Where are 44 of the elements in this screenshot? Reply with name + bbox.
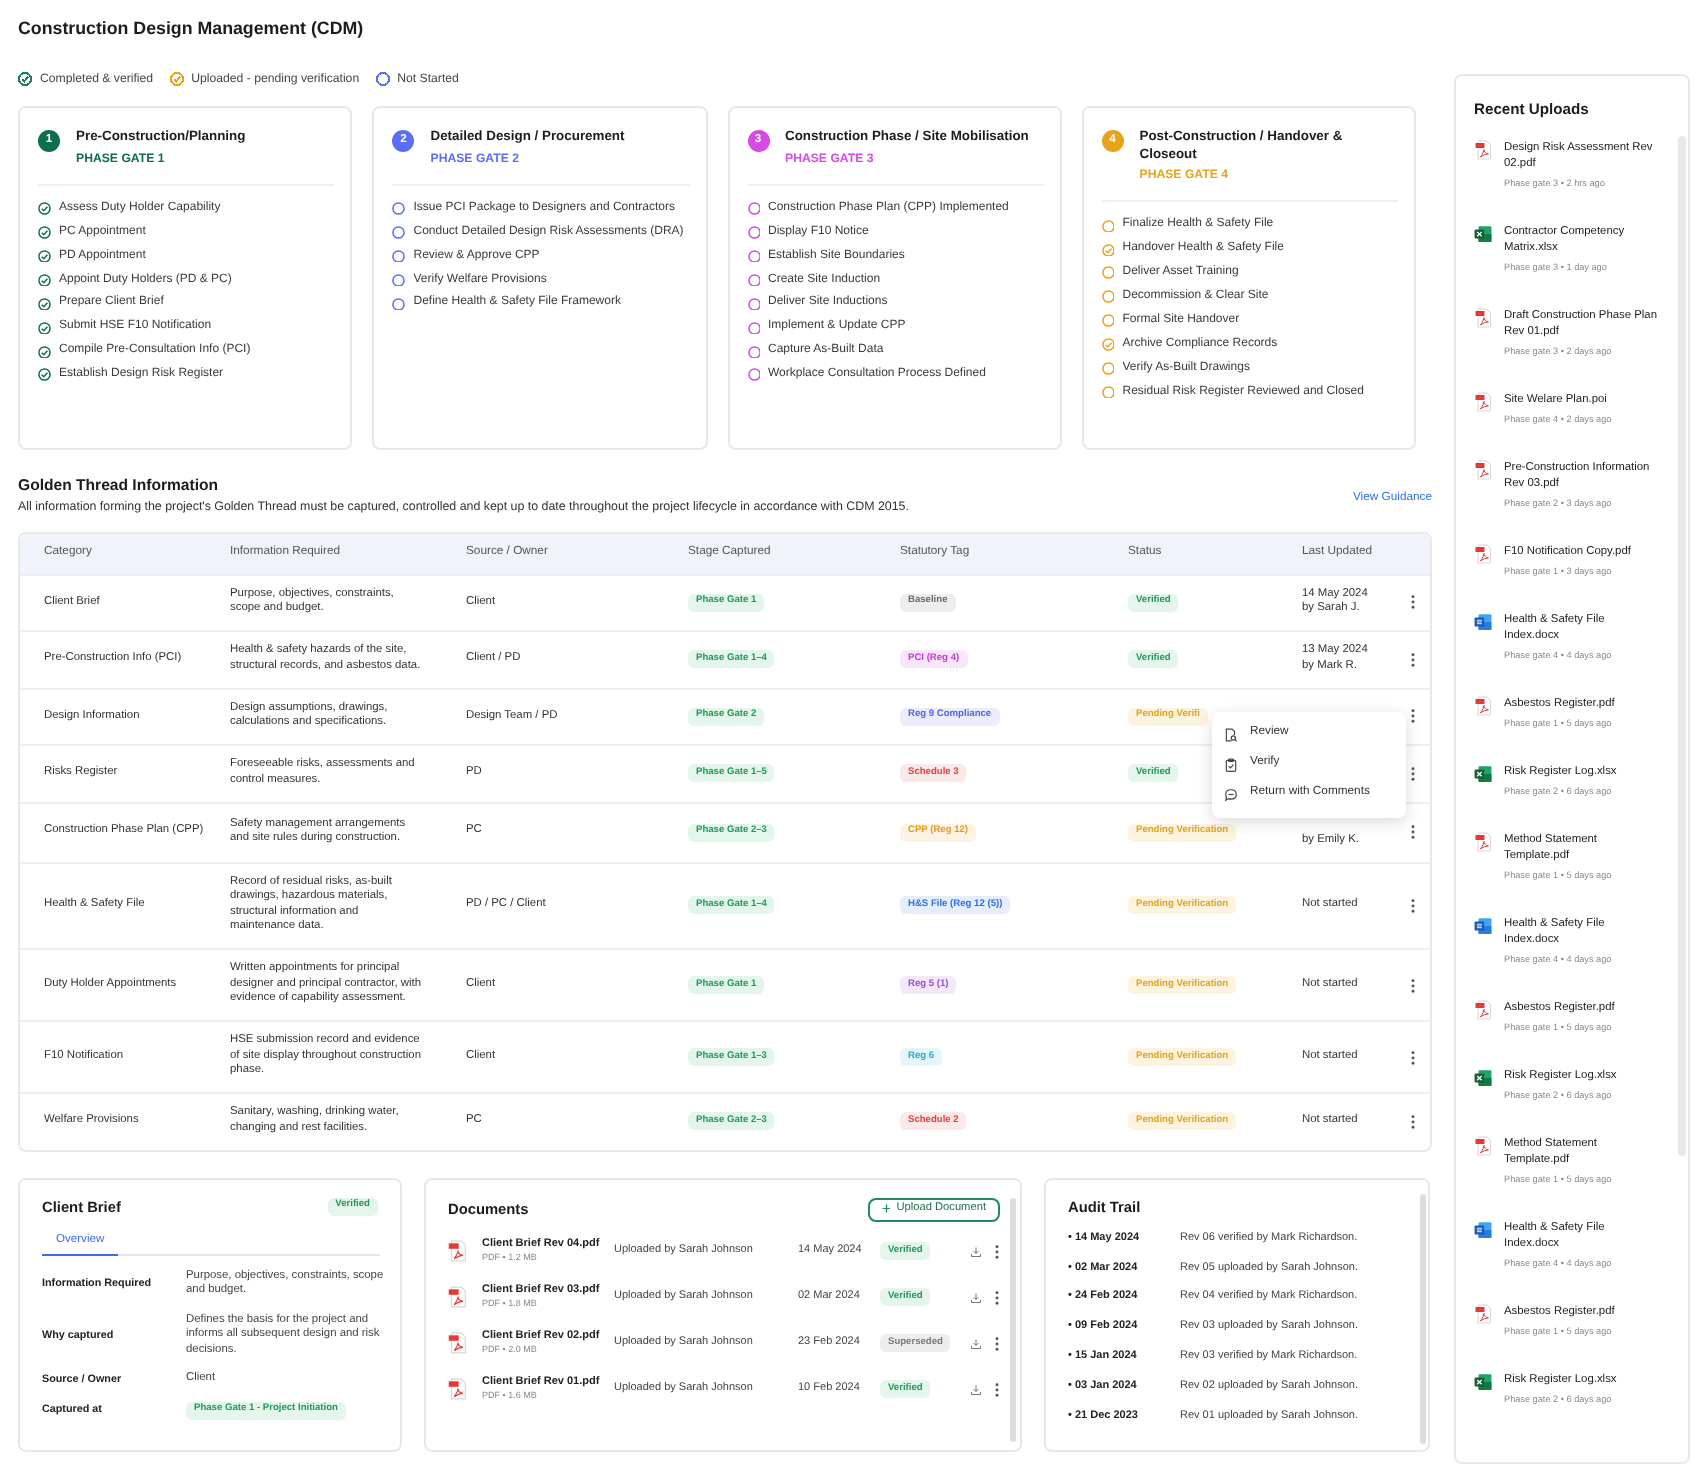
kebab-menu-icon[interactable]: [994, 1243, 1000, 1259]
kebab-menu-icon[interactable]: [1410, 1113, 1416, 1130]
spreadsheet-file-icon: [1474, 764, 1492, 784]
pdf-file-icon: [1474, 1136, 1492, 1156]
kebab-menu-icon[interactable]: [994, 1289, 1000, 1305]
kebab-menu-icon[interactable]: [1410, 708, 1416, 725]
pdf-file-icon: [1474, 140, 1492, 160]
pdf-file-icon: [448, 1378, 466, 1400]
kebab-menu-icon[interactable]: [1410, 651, 1416, 668]
pdf-file-icon: [448, 1332, 466, 1354]
pdf-file-icon: [1474, 392, 1492, 412]
document-file-icon: [1474, 612, 1492, 632]
download-icon[interactable]: [970, 1291, 982, 1303]
page-title: Construction Design Management (CDM): [18, 18, 366, 40]
spreadsheet-file-icon: [1474, 224, 1492, 244]
pdf-file-icon: [1474, 696, 1492, 716]
pdf-file-icon: [1474, 460, 1492, 480]
kebab-menu-icon[interactable]: [1410, 977, 1416, 993]
kebab-menu-icon[interactable]: [1410, 765, 1416, 782]
pdf-file-icon: [448, 1240, 466, 1262]
clipboard-check-icon: [1224, 757, 1238, 771]
scrollbar[interactable]: [1010, 1197, 1016, 1442]
kebab-menu-icon[interactable]: [1410, 1049, 1416, 1065]
pdf-file-icon: [448, 1286, 466, 1308]
kebab-menu-icon[interactable]: [1410, 824, 1416, 840]
pdf-file-icon: [1474, 1304, 1492, 1324]
pdf-file-icon: [1474, 308, 1492, 328]
document-file-icon: [1474, 1220, 1492, 1240]
spreadsheet-file-icon: [1474, 1372, 1492, 1392]
download-icon[interactable]: [970, 1245, 982, 1257]
document-search-icon: [1224, 727, 1238, 741]
kebab-menu-icon[interactable]: [994, 1335, 1000, 1351]
document-file-icon: [1474, 916, 1492, 936]
download-icon[interactable]: [970, 1337, 982, 1349]
download-icon[interactable]: [970, 1383, 982, 1395]
kebab-menu-icon[interactable]: [1410, 897, 1416, 914]
chat-bubble-icon: [1224, 787, 1238, 801]
pdf-file-icon: [1474, 1000, 1492, 1020]
kebab-menu-icon[interactable]: [1410, 594, 1416, 611]
plus-icon: [881, 1204, 891, 1214]
spreadsheet-file-icon: [1474, 1068, 1492, 1088]
pdf-file-icon: [1474, 832, 1492, 852]
kebab-menu-icon[interactable]: [994, 1381, 1000, 1397]
pdf-file-icon: [1474, 544, 1492, 564]
